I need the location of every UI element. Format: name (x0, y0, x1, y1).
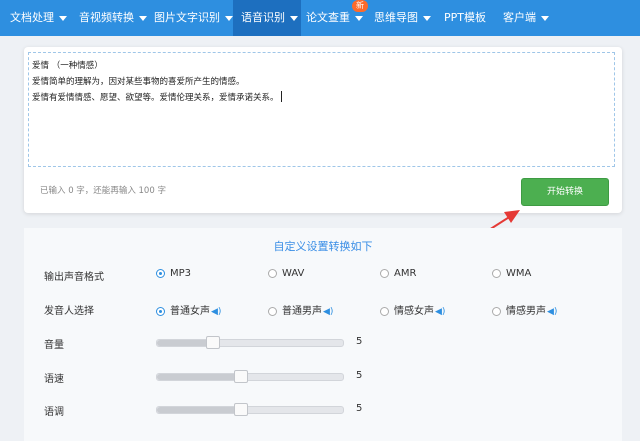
format-option-wma[interactable]: WMA (492, 268, 531, 279)
output-format-label: 输出声音格式 (44, 272, 104, 283)
nav-item-label: PPT模板 (444, 11, 486, 24)
radio-icon (268, 307, 277, 316)
speaker-icon[interactable]: ◀) (547, 307, 557, 317)
nav-item-audio-video[interactable]: 音视频转换 (79, 0, 147, 36)
caret-down-icon (139, 15, 147, 21)
volume-label: 音量 (44, 340, 64, 351)
radio-icon (380, 307, 389, 316)
pitch-slider[interactable] (156, 403, 344, 416)
caret-down-icon (225, 15, 233, 21)
slider-fill (157, 374, 241, 380)
char-counter: 已输入 0 字，还能再输入 100 字 (40, 186, 166, 196)
speaker-icon[interactable]: ◀) (211, 307, 221, 317)
caret-down-icon (541, 15, 549, 21)
text-line: 爱情有爱情情感、愿望、欲望等。爱情伦理关系，爱情承诺关系。 (32, 90, 611, 106)
format-option-mp3[interactable]: MP3 (156, 268, 191, 279)
nav-item-label: 客户端 (503, 11, 536, 24)
pitch-label: 语调 (44, 407, 64, 418)
nav-item-speech-recognition[interactable]: 语音识别 (233, 0, 301, 36)
slider-handle[interactable] (205, 336, 220, 349)
text-cursor (280, 91, 282, 102)
text-line: 爱情 （一种情感） (32, 61, 103, 71)
slider-fill (157, 340, 213, 346)
text-line-content: 爱情有爱情情感、愿望、欲望等。爱情伦理关系，爱情承诺关系。 (32, 93, 279, 103)
radio-icon (268, 269, 277, 278)
speaker-icon[interactable]: ◀) (323, 307, 333, 317)
pitch-value: 5 (356, 403, 363, 414)
option-label: 普通男声 (282, 306, 322, 317)
option-label: 情感男声 (506, 306, 546, 317)
option-label: 普通女声 (170, 306, 210, 317)
speed-slider[interactable] (156, 370, 344, 383)
speaker-icon[interactable]: ◀) (435, 307, 445, 317)
nav-item-mind-map[interactable]: 思维导图 (374, 0, 431, 36)
nav-item-ppt-template[interactable]: PPT模板 (444, 0, 486, 36)
settings-panel: 自定义设置转换如下 输出声音格式 MP3 WAV AMR WMA 发音人选择 普… (24, 228, 622, 441)
speed-value: 5 (356, 370, 363, 381)
settings-title: 自定义设置转换如下 (273, 240, 373, 253)
text-line: 爱情简单的理解为，因对某些事物的喜爱所产生的情感。 (32, 77, 245, 87)
nav-item-label: 论文查重 (306, 11, 350, 24)
radio-icon (492, 269, 501, 278)
voice-option-standard-female[interactable]: 普通女声◀) (156, 302, 221, 317)
radio-icon (492, 307, 501, 316)
radio-icon (156, 307, 165, 316)
caret-down-icon (290, 15, 298, 21)
text-input-card: 爱情 （一种情感） 爱情简单的理解为，因对某些事物的喜爱所产生的情感。 爱情有爱… (24, 47, 622, 213)
nav-item-client[interactable]: 客户端 (503, 0, 549, 36)
format-option-amr[interactable]: AMR (380, 268, 416, 279)
nav-item-label: 语音识别 (241, 11, 285, 24)
new-badge: 新 (352, 0, 368, 12)
option-label: AMR (394, 268, 417, 279)
volume-slider[interactable] (156, 336, 344, 349)
format-option-wav[interactable]: WAV (268, 268, 304, 279)
caret-down-icon (59, 15, 67, 21)
nav-item-label: 音视频转换 (79, 11, 134, 24)
volume-value: 5 (356, 336, 363, 347)
slider-handle[interactable] (233, 403, 248, 416)
slider-fill (157, 407, 241, 413)
radio-icon (156, 269, 165, 278)
voice-option-emotional-female[interactable]: 情感女声◀) (380, 302, 445, 317)
voice-option-standard-male[interactable]: 普通男声◀) (268, 302, 333, 317)
speed-label: 语速 (44, 374, 64, 385)
voice-option-emotional-male[interactable]: 情感男声◀) (492, 302, 557, 317)
option-label: 情感女声 (394, 306, 434, 317)
caret-down-icon (423, 15, 431, 21)
slider-handle[interactable] (233, 370, 248, 383)
radio-icon (380, 269, 389, 278)
nav-item-label: 思维导图 (374, 11, 418, 24)
caret-down-icon (355, 15, 363, 21)
voice-select-label: 发音人选择 (44, 306, 94, 317)
nav-item-image-ocr[interactable]: 图片文字识别 (154, 0, 233, 36)
nav-item-label: 图片文字识别 (154, 11, 220, 24)
text-input-area[interactable]: 爱情 （一种情感） 爱情简单的理解为，因对某些事物的喜爱所产生的情感。 爱情有爱… (28, 52, 615, 167)
option-label: WMA (506, 268, 532, 279)
option-label: MP3 (170, 268, 192, 279)
top-nav: 文档处理 音视频转换 图片文字识别 语音识别 论文查重 新 思维导图 PPT模板… (0, 0, 640, 36)
start-convert-button[interactable]: 开始转换 (521, 178, 609, 206)
nav-item-document[interactable]: 文档处理 (10, 0, 67, 36)
option-label: WAV (282, 268, 305, 279)
nav-item-label: 文档处理 (10, 11, 54, 24)
